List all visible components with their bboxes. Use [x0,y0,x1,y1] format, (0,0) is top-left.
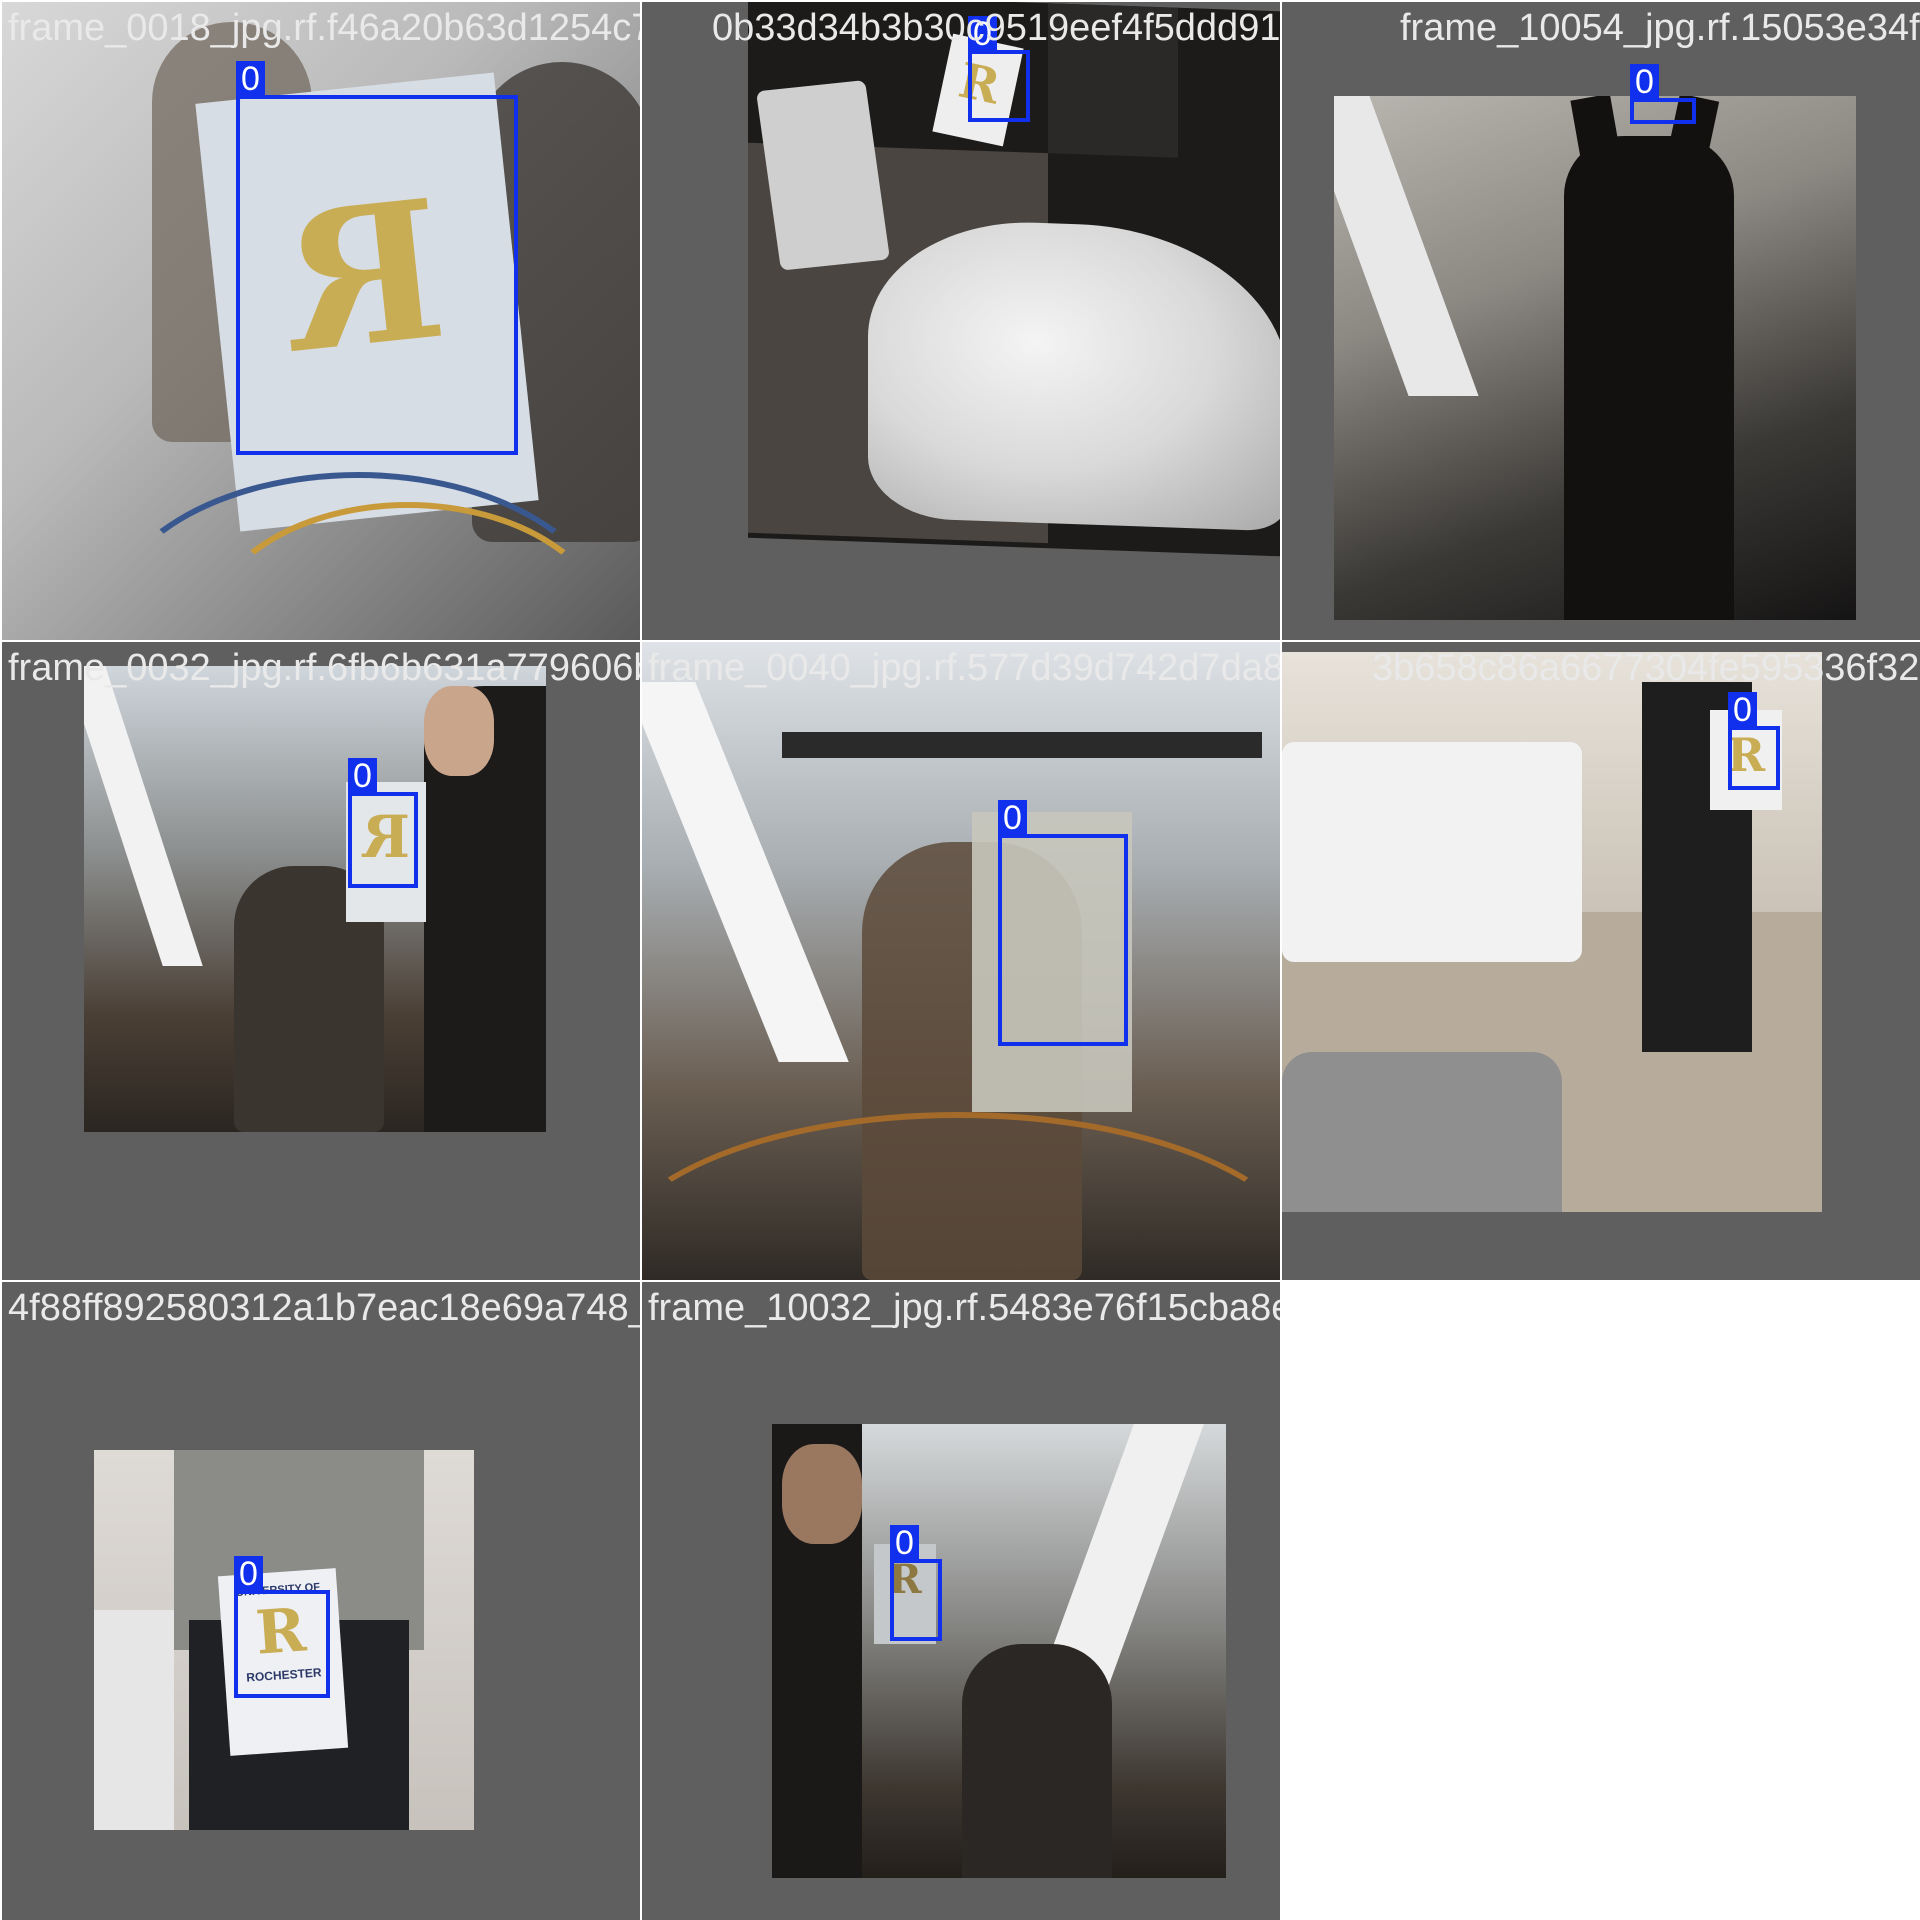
mosaic-tile-1: R 0 frame_0018_jpg.rf.f46a20b63d1254c704… [2,2,640,640]
image-caption: 0b33d34b3b30c9519eef4f5ddd9127c_jpg.rf [712,7,1280,49]
folding-chair [756,80,890,271]
photo [1334,96,1856,620]
mosaic-tile-8: R 0 frame_10032_jpg.rf.5483e76f15cba8e87… [642,1282,1280,1920]
image-caption: 3b658c86a6677304fe595336f32a_ [1372,647,1920,689]
class-label: 0 [1728,692,1757,728]
image-caption: frame_0032_jpg.rf.6fb6b631a779606b84f3ba… [8,647,640,689]
detection-box: 0 [998,800,1128,1046]
person-center [962,1644,1112,1878]
photo [642,642,1280,1280]
person-face [424,686,494,776]
photo [772,1424,1226,1878]
class-label: 0 [890,1525,919,1561]
image-caption: frame_10032_jpg.rf.5483e76f15cba8e87275a… [648,1287,1280,1329]
folding-chair [1282,742,1582,962]
mosaic-tile-7: UNIVERSITY OF R ROCHESTER 0 4f88ff892580… [2,1282,640,1920]
image-caption: frame_0040_jpg.rf.577d39d742d7da83b658c8… [648,647,1280,689]
class-label: 0 [236,61,265,97]
plastic-bag [868,216,1280,532]
detection-box: 0 [348,758,418,888]
class-label: 0 [234,1556,263,1592]
class-label: 0 [348,758,377,794]
person-face [782,1444,862,1544]
detection-box: 0 [234,1556,330,1698]
desk [94,1610,174,1830]
mosaic-tile-4: R 0 frame_0032_jpg.rf.6fb6b631a779606b84… [2,642,640,1280]
image-caption: frame_10054_jpg.rf.15053e34fe0fa03 [1400,7,1920,49]
mosaic-tile-6: R 0 3b658c86a6677304fe595336f32a_ [1282,642,1920,1280]
detection-box: 0 [1728,692,1780,790]
mosaic-tile-2: R 0 0b33d34b3b30c9519eef4f5ddd9127c_jpg.… [642,2,1280,640]
image-caption: frame_0018_jpg.rf.f46a20b63d1254c7040394… [8,7,640,49]
mosaic-tile-5: 0 frame_0040_jpg.rf.577d39d742d7da83b658… [642,642,1280,1280]
ceiling-light [84,666,203,966]
detection-box: 0 [968,16,1030,122]
image-caption: 4f88ff892580312a1b7eac18e69a748_jpg.rf [8,1287,640,1329]
ceiling-light [1334,96,1479,396]
class-label: 0 [1630,64,1659,100]
detection-box: 0 [1630,64,1696,124]
pipe [782,732,1262,758]
mosaic-tile-3: 0 frame_10054_jpg.rf.15053e34fe0fa03 [1282,2,1920,640]
class-label: 0 [998,800,1027,836]
cables [642,1112,1280,1280]
photo [84,666,546,1132]
detection-box: 0 [236,61,518,455]
chair-seat [1282,1052,1562,1212]
detection-box: 0 [890,1525,942,1641]
